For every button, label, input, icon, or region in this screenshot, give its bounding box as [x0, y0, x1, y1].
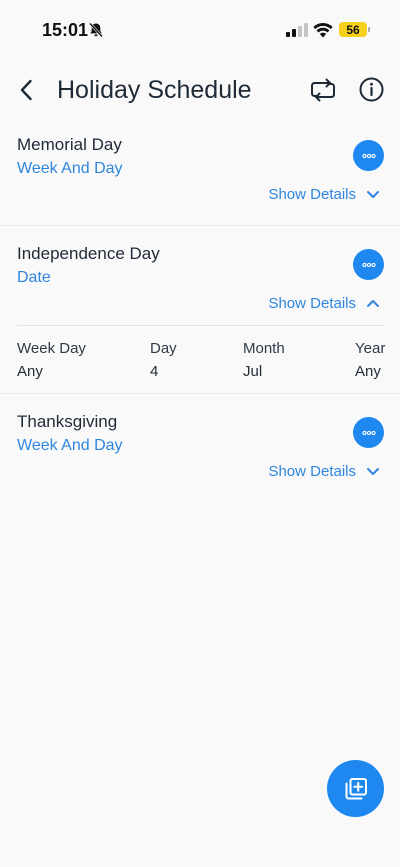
show-details-label: Show Details: [268, 463, 356, 480]
page-title: Holiday Schedule: [57, 76, 252, 104]
show-details-toggle[interactable]: Show Details: [268, 463, 380, 480]
chevron-down-icon: [367, 191, 379, 198]
more-options-button[interactable]: [353, 249, 384, 280]
more-horizontal-icon: [361, 153, 376, 158]
add-holiday-button[interactable]: [327, 760, 384, 817]
detail-label: Day: [150, 340, 177, 357]
holiday-name: Thanksgiving: [17, 412, 118, 431]
detail-value: Any: [355, 363, 381, 380]
bell-muted-icon: [89, 22, 103, 38]
holiday-type: Date: [17, 269, 51, 286]
chevron-up-icon: [367, 300, 379, 307]
detail-year: Year Any: [355, 340, 385, 380]
more-options-button[interactable]: [353, 417, 384, 448]
wifi-icon: [313, 22, 333, 38]
status-time: 15:01: [42, 20, 89, 40]
show-details-label: Show Details: [268, 186, 356, 203]
chevron-down-icon: [367, 468, 379, 475]
detail-value: Any: [17, 363, 43, 380]
detail-value: 4: [150, 363, 159, 380]
detail-week-day: Week Day Any: [17, 340, 86, 380]
holiday-name: Memorial Day: [17, 135, 122, 154]
card-divider: [0, 225, 400, 226]
header: Holiday Schedule: [0, 66, 400, 114]
details-divider: [17, 325, 384, 326]
holiday-card-independence-day: Independence Day Date Show Details Week …: [0, 237, 400, 392]
cellular-signal-icon: [286, 23, 308, 37]
detail-label: Year: [355, 340, 386, 357]
holiday-type: Week And Day: [17, 160, 123, 177]
hide-details-toggle[interactable]: Show Details: [268, 295, 380, 312]
detail-month: Month Jul: [243, 340, 285, 380]
holiday-card-memorial-day: Memorial Day Week And Day Show Details: [0, 128, 400, 225]
detail-label: Month: [243, 340, 285, 357]
show-details-toggle[interactable]: Show Details: [268, 186, 380, 203]
card-divider: [0, 393, 400, 394]
more-horizontal-icon: [361, 262, 376, 267]
more-horizontal-icon: [361, 430, 376, 435]
add-to-stack-icon: [345, 777, 367, 799]
show-details-label: Show Details: [268, 295, 356, 312]
holiday-card-thanksgiving: Thanksgiving Week And Day Show Details: [0, 405, 400, 502]
detail-label: Week Day: [17, 340, 86, 357]
chevron-left-icon[interactable]: [14, 77, 40, 103]
battery-indicator: 56: [339, 22, 367, 37]
holiday-name: Independence Day: [17, 244, 160, 263]
info-icon[interactable]: [358, 76, 385, 103]
detail-value: Jul: [243, 363, 263, 380]
more-options-button[interactable]: [353, 140, 384, 171]
detail-day: Day 4: [150, 340, 177, 380]
repeat-icon[interactable]: [309, 76, 337, 104]
status-bar: 15:01 56: [0, 0, 400, 60]
battery-level: 56: [346, 22, 360, 37]
battery-tip: [368, 27, 370, 32]
holiday-type: Week And Day: [17, 437, 123, 454]
